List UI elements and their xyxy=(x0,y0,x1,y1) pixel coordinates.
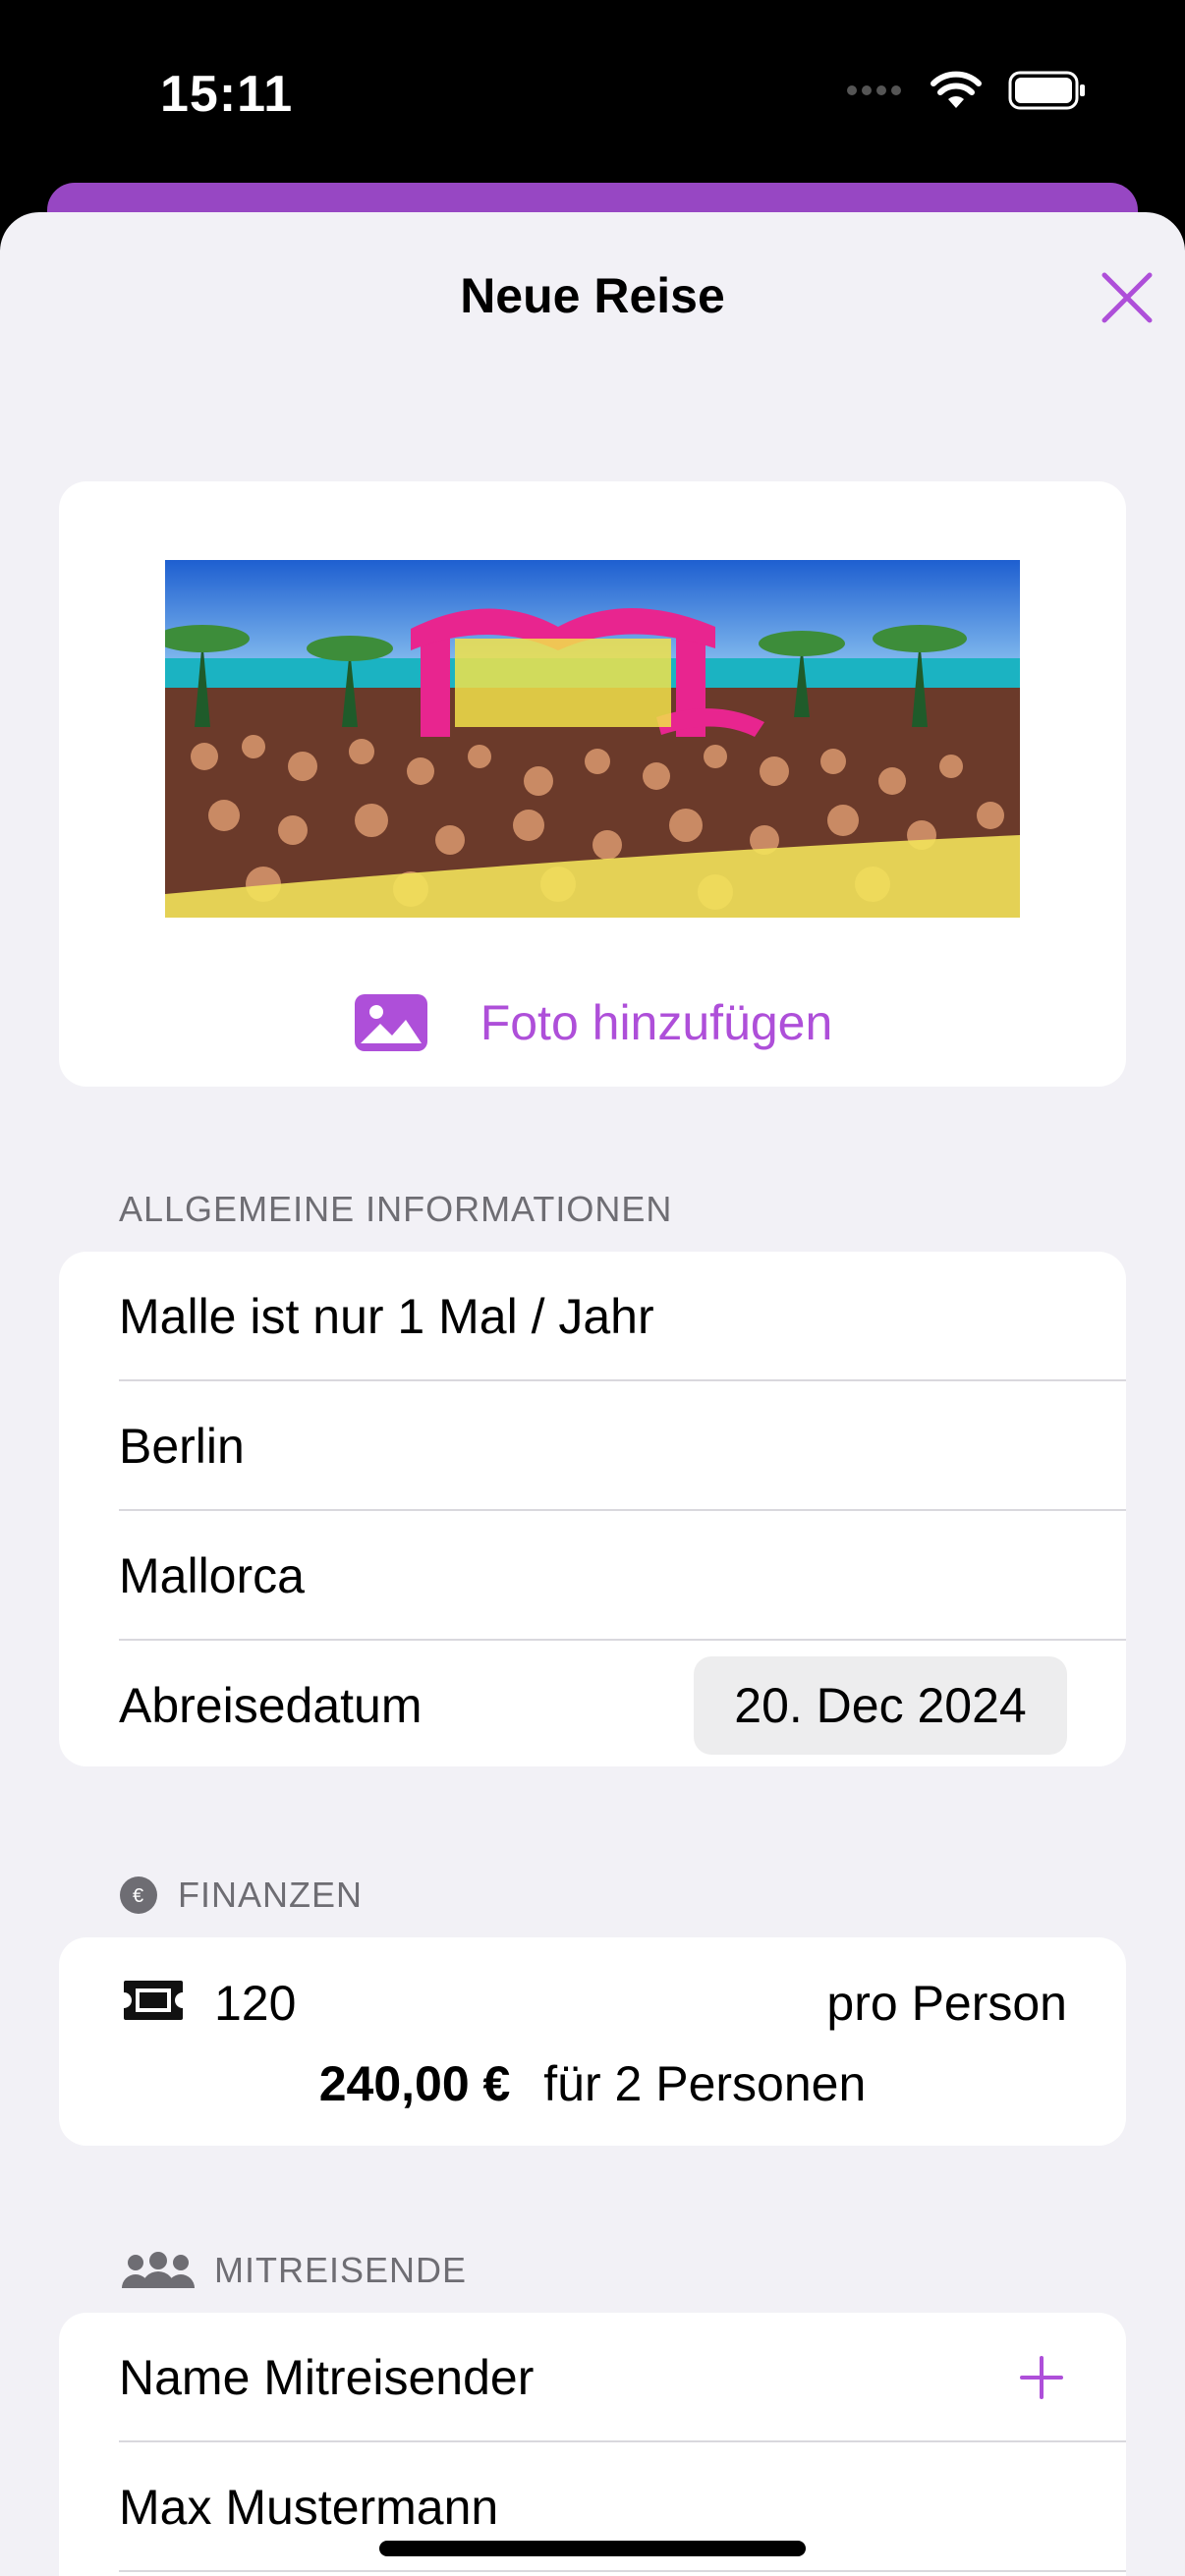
add-icon[interactable] xyxy=(1020,2356,1063,2399)
add-photo-button[interactable]: Foto hinzufügen xyxy=(59,992,1126,1053)
total-row: 240,00 € für 2 Personen xyxy=(59,2055,1126,2112)
cellular-signal-icon xyxy=(847,85,901,95)
status-time: 15:11 xyxy=(160,66,294,123)
trip-photo xyxy=(165,560,1020,918)
battery-icon xyxy=(1008,71,1085,110)
trip-name-value: Malle ist nur 1 Mal / Jahr xyxy=(119,1288,654,1344)
companion-name: Max Mustermann xyxy=(119,2479,499,2535)
home-indicator xyxy=(379,2541,806,2556)
add-photo-label: Foto hinzufügen xyxy=(480,995,833,1050)
companion-name-placeholder: Name Mitreisender xyxy=(119,2349,535,2405)
price-input[interactable]: 120 xyxy=(214,1975,296,2032)
close-icon[interactable] xyxy=(1097,267,1157,328)
general-section-label: ALLGEMEINE INFORMATIONEN xyxy=(119,1189,673,1229)
status-icons xyxy=(845,71,1087,110)
trip-name-field[interactable]: Malle ist nur 1 Mal / Jahr xyxy=(59,1252,1126,1380)
origin-value: Berlin xyxy=(119,1418,245,1474)
general-info-card: Malle ist nur 1 Mal / Jahr Berlin Mallor… xyxy=(59,1252,1126,1766)
finances-section-header: € FINANZEN xyxy=(119,1875,363,1916)
wifi-icon xyxy=(931,71,982,108)
destination-field[interactable]: Mallorca xyxy=(59,1511,1126,1640)
euro-icon: € xyxy=(120,1876,157,1914)
companions-section-header: MITREISENDE xyxy=(122,2250,467,2291)
per-person-label: pro Person xyxy=(826,1976,1067,2031)
finances-card: 120 pro Person 240,00 € für 2 Personen xyxy=(59,1937,1126,2146)
companions-card: Name Mitreisender Max Mustermann xyxy=(59,2313,1126,2576)
status-bar: 15:11 xyxy=(0,0,1185,187)
origin-field[interactable]: Berlin xyxy=(59,1381,1126,1510)
sheet-title: Neue Reise xyxy=(460,268,725,323)
departure-date-picker[interactable]: 20. Dec 2024 xyxy=(694,1656,1067,1755)
divider xyxy=(119,2570,1126,2572)
svg-text:€: € xyxy=(133,1885,144,1907)
photo-card: Foto hinzufügen xyxy=(59,481,1126,1087)
photo-icon xyxy=(354,994,427,1051)
new-trip-sheet: Neue Reise Foto hinzufügen ALLGEMEINE IN… xyxy=(0,212,1185,2576)
total-suffix: für 2 Personen xyxy=(543,2056,867,2111)
general-section-header: ALLGEMEINE INFORMATIONEN xyxy=(119,1189,672,1230)
companion-name-input[interactable]: Name Mitreisender xyxy=(59,2313,1126,2441)
companions-section-label: MITREISENDE xyxy=(214,2250,468,2290)
departure-date-label: Abreisedatum xyxy=(119,1677,423,1733)
destination-value: Mallorca xyxy=(119,1547,305,1603)
total-amount: 240,00 € xyxy=(318,2056,511,2111)
people-icon xyxy=(122,2252,195,2288)
departure-date-row: Abreisedatum 20. Dec 2024 xyxy=(59,1641,1126,1766)
ticket-icon xyxy=(124,1981,183,2020)
finances-section-label: FINANZEN xyxy=(178,1875,363,1915)
